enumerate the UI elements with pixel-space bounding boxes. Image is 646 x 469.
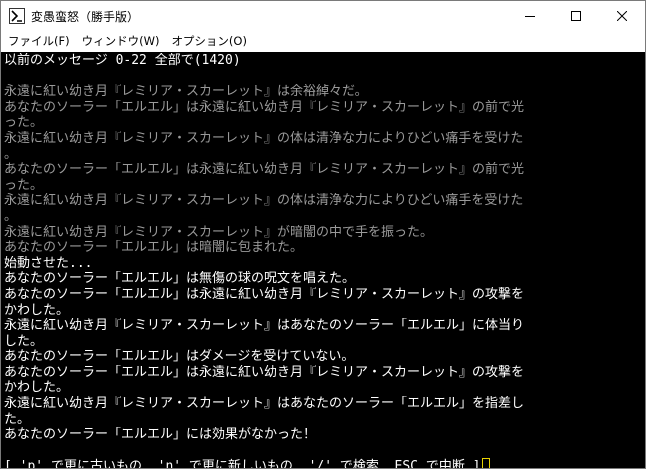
message-line: あなたのソーラー「エルエル」は永遠に紅い幼き月『レミリア・スカーレット』の前で光 — [4, 162, 525, 178]
window-title: 変愚蛮怒（勝手版） — [31, 9, 140, 24]
message-line: 永遠に紅い幼き月『レミリア・スカーレット』はあなたのソーラー「エルエル」に体当り — [4, 318, 525, 334]
message-console[interactable]: 以前のメッセージ 0-22 全部で(1420) 永遠に紅い幼き月『レミリア・スカ… — [1, 52, 645, 468]
message-line: かわした。 — [4, 380, 70, 396]
message-line: あなたのソーラー「エルエル」は暗闇に包まれた。 — [4, 240, 304, 256]
menu-bar: ファイル(F) ウィンドウ(W) オプション(O) — [1, 31, 645, 51]
message-line — [4, 69, 645, 85]
message-line: 永遠に紅い幼き月『レミリア・スカーレット』の体は清浄な力によりひどい痛手を受けた — [4, 193, 524, 209]
menu-file[interactable]: ファイル(F) — [1, 31, 76, 51]
minimize-button[interactable] — [507, 1, 553, 31]
title-bar[interactable]: 変愚蛮怒（勝手版） — [1, 1, 645, 31]
close-icon — [617, 11, 627, 21]
message-line: あなたのソーラー「エルエル」は無傷の球の呪文を唱えた。 — [4, 271, 356, 287]
message-line: た。 — [4, 411, 31, 427]
message-line: あなたのソーラー「エルエル」は永遠に紅い幼き月『レミリア・スカーレット』の前で光 — [4, 99, 525, 115]
message-line: した。 — [4, 333, 44, 349]
window-controls — [507, 1, 645, 31]
text-cursor — [481, 458, 490, 468]
navigation-prompt-text: [ 'p' で更に古いもの, 'n' で更に新しいもの, '/' で検索, ES… — [4, 459, 481, 468]
maximize-icon — [571, 11, 581, 21]
app-window: 変愚蛮怒（勝手版） ファイル(F) ウィンドウ(W) オプション(O) 以前のメ… — [0, 0, 646, 469]
message-line: 永遠に紅い幼き月『レミリア・スカーレット』の体は清浄な力によりひどい痛手を受けた — [4, 130, 524, 146]
message-line: かわした。 — [4, 302, 70, 318]
message-line: 。 — [4, 208, 18, 224]
message-line — [4, 443, 645, 459]
message-line: った。 — [4, 177, 44, 193]
minimize-icon — [525, 16, 535, 17]
message-history-header: 以前のメッセージ 0-22 全部で(1420) — [4, 53, 241, 68]
menu-window[interactable]: ウィンドウ(W) — [76, 31, 166, 51]
message-line: あなたのソーラー「エルエル」には効果がなかった！ — [4, 427, 317, 443]
navigation-prompt: [ 'p' で更に古いもの, 'n' で更に新しいもの, '/' で検索, ES… — [4, 458, 645, 468]
message-line: 永遠に紅い幼き月『レミリア・スカーレット』はあなたのソーラー「エルエル」を指差し — [4, 396, 525, 412]
message-line: 。 — [4, 146, 18, 162]
maximize-button[interactable] — [553, 1, 599, 31]
message-line: った。 — [4, 115, 44, 131]
message-line: あなたのソーラー「エルエル」は永遠に紅い幼き月『レミリア・スカーレット』の攻撃を — [4, 364, 525, 380]
message-line: 始動させた... — [4, 255, 93, 271]
menu-options[interactable]: オプション(O) — [165, 31, 253, 51]
close-button[interactable] — [599, 1, 645, 31]
message-list: 永遠に紅い幼き月『レミリア・スカーレット』は余裕綽々だ。 あなたのソーラー「エルエ… — [4, 69, 645, 459]
hengband-app-icon[interactable] — [9, 8, 25, 24]
message-line: 永遠に紅い幼き月『レミリア・スカーレット』は余裕綽々だ。 — [4, 84, 368, 100]
message-line: あなたのソーラー「エルエル」はダメージを受けていない。 — [4, 349, 355, 365]
message-line: あなたのソーラー「エルエル」は永遠に紅い幼き月『レミリア・スカーレット』の攻撃を — [4, 286, 525, 302]
message-line: 永遠に紅い幼き月『レミリア・スカーレット』が暗闇の中で手を振った。 — [4, 224, 434, 240]
